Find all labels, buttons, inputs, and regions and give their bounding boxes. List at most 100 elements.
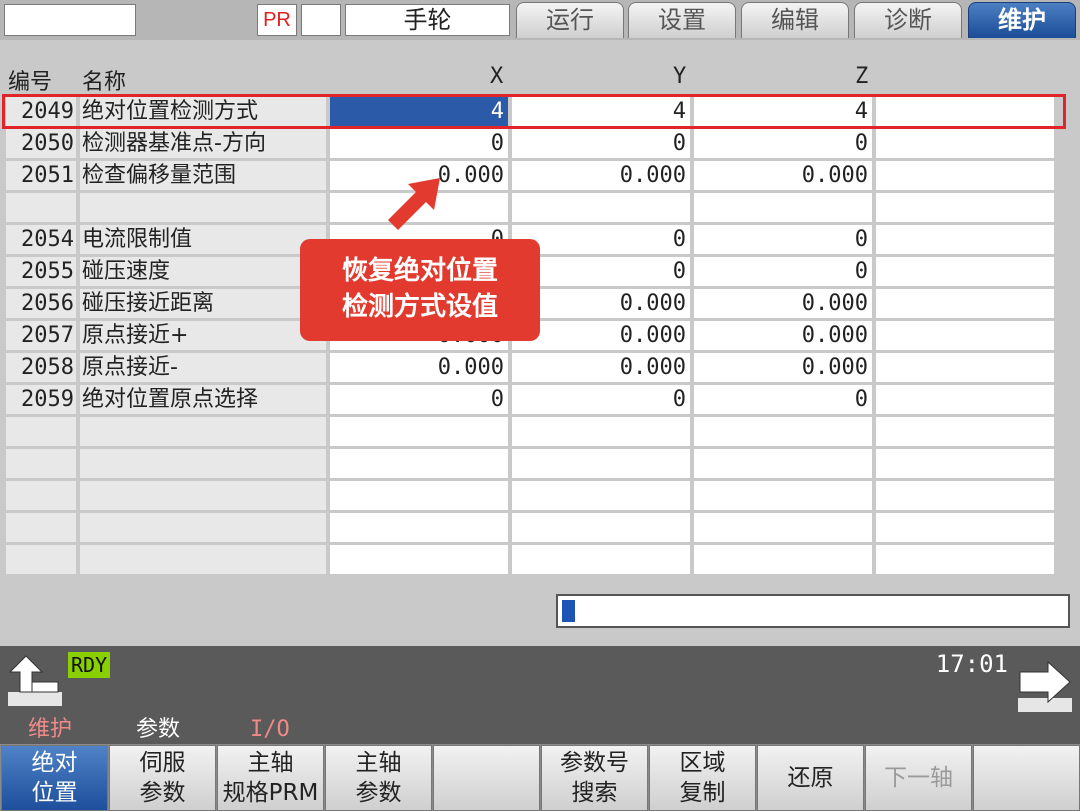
param-value-y[interactable]: 0.000 — [512, 353, 690, 382]
status-bar: RDY 17:01 — [0, 646, 1080, 726]
param-value-extra[interactable] — [876, 353, 1054, 382]
param-value-y[interactable] — [512, 545, 690, 574]
param-value-extra[interactable] — [876, 545, 1054, 574]
param-number — [6, 545, 76, 574]
column-header-name: 名称 — [82, 70, 127, 95]
param-value-extra[interactable] — [876, 289, 1054, 318]
param-value-extra[interactable] — [876, 481, 1054, 510]
program-restart-indicator: PR — [257, 4, 297, 36]
param-value-x[interactable] — [330, 417, 508, 446]
annotation-callout: 恢复绝对位置 检测方式设值 — [300, 239, 540, 341]
param-value-z[interactable] — [694, 449, 872, 478]
param-value-extra[interactable] — [876, 449, 1054, 478]
param-value-y[interactable]: 0.000 — [512, 161, 690, 190]
param-value-extra[interactable] — [876, 193, 1054, 222]
next-page-icon[interactable] — [1016, 658, 1074, 716]
pointer-arrow-icon — [388, 178, 440, 230]
softkey-9[interactable]: 下一轴 — [865, 745, 972, 811]
param-value-z[interactable]: 0.000 — [694, 161, 872, 190]
param-value-z[interactable]: 0.000 — [694, 289, 872, 318]
return-up-icon[interactable] — [6, 652, 64, 710]
softkey-10[interactable] — [973, 745, 1080, 811]
param-value-y[interactable]: 0 — [512, 129, 690, 158]
param-value-z[interactable] — [694, 545, 872, 574]
softkey-label-line1: 绝对 — [31, 750, 78, 776]
param-value-z[interactable] — [694, 513, 872, 542]
softkey-8[interactable]: 还原 — [757, 745, 864, 811]
param-value-y[interactable] — [512, 449, 690, 478]
softkey-5[interactable] — [433, 745, 540, 811]
param-value-x[interactable] — [330, 449, 508, 478]
param-number: 2057 — [6, 321, 76, 350]
param-number — [6, 449, 76, 478]
param-name: 检查偏移量范围 — [80, 161, 326, 190]
softkey-label-line1: 主轴 — [247, 750, 294, 776]
param-value-extra[interactable] — [876, 417, 1054, 446]
param-value-z[interactable]: 0 — [694, 385, 872, 414]
param-number: 2054 — [6, 225, 76, 254]
softkey-label-line1: 区域 — [679, 750, 726, 776]
param-value-z[interactable] — [694, 193, 872, 222]
param-value-z[interactable] — [694, 481, 872, 510]
param-value-x[interactable] — [330, 545, 508, 574]
param-value-x[interactable]: 0 — [330, 385, 508, 414]
param-name — [80, 193, 326, 222]
param-value-x[interactable]: 0 — [330, 129, 508, 158]
param-value-extra[interactable] — [876, 385, 1054, 414]
param-value-x[interactable] — [330, 513, 508, 542]
param-value-y[interactable] — [512, 193, 690, 222]
message-field — [4, 4, 136, 36]
param-number: 2050 — [6, 129, 76, 158]
param-value-x[interactable]: 0.000 — [330, 353, 508, 382]
softkey-7[interactable]: 区域 复制 — [649, 745, 756, 811]
param-value-y[interactable] — [512, 417, 690, 446]
param-value-extra[interactable] — [876, 513, 1054, 542]
param-value-x[interactable] — [330, 481, 508, 510]
softkey-4[interactable]: 主轴 参数 — [325, 745, 432, 811]
softkey-label-line2: 参数 — [139, 780, 186, 806]
param-value-extra[interactable] — [876, 257, 1054, 286]
column-header-x: X — [490, 64, 504, 89]
param-value-extra[interactable] — [876, 321, 1054, 350]
softkey-label-line1: 伺服 — [139, 750, 186, 776]
softkey-2[interactable]: 伺服 参数 — [109, 745, 216, 811]
param-number — [6, 481, 76, 510]
tab-diagnosis[interactable]: 诊断 — [854, 2, 962, 38]
param-value-z[interactable]: 0 — [694, 225, 872, 254]
param-number: 2058 — [6, 353, 76, 382]
param-name: 碰压接近距离 — [80, 289, 326, 318]
param-value-y[interactable]: 0 — [512, 385, 690, 414]
clock: 17:01 — [935, 650, 1008, 678]
softkey-1[interactable]: 绝对 位置 — [1, 745, 108, 811]
param-value-z[interactable] — [694, 417, 872, 446]
param-name: 原点接近+ — [80, 321, 326, 350]
column-header-z: Z — [855, 64, 869, 89]
param-value-y[interactable] — [512, 481, 690, 510]
softkey-3[interactable]: 主轴 规格PRM — [217, 745, 324, 811]
softkey-6[interactable]: 参数号 搜索 — [541, 745, 648, 811]
param-value-extra[interactable] — [876, 225, 1054, 254]
param-name: 电流限制值 — [80, 225, 326, 254]
param-number — [6, 193, 76, 222]
softkey-label-line1: 主轴 — [355, 750, 402, 776]
param-value-z[interactable]: 0.000 — [694, 353, 872, 382]
tab-maintenance[interactable]: 维护 — [968, 2, 1076, 38]
param-value-extra[interactable] — [876, 129, 1054, 158]
param-value-extra[interactable] — [876, 161, 1054, 190]
tab-operation[interactable]: 运行 — [516, 2, 624, 38]
param-name — [80, 481, 326, 510]
param-value-z[interactable]: 0 — [694, 257, 872, 286]
param-name — [80, 545, 326, 574]
param-name — [80, 417, 326, 446]
parameter-panel: 编号 名称 X Y Z 2049 绝对位置检测方式 4 4 4 2050 检测器基准点-方向… — [0, 40, 1080, 646]
tab-setup[interactable]: 设置 — [628, 2, 736, 38]
param-value-y[interactable] — [512, 513, 690, 542]
param-name — [80, 449, 326, 478]
softkey-label-line2: 复制 — [679, 780, 726, 806]
softkey-label-line1: 下一轴 — [884, 765, 953, 791]
tab-edit[interactable]: 编辑 — [741, 2, 849, 38]
param-value-z[interactable]: 0.000 — [694, 321, 872, 350]
softkey-label-line1: 参数号 — [560, 750, 629, 776]
param-name: 绝对位置原点选择 — [80, 385, 326, 414]
param-value-z[interactable]: 0 — [694, 129, 872, 158]
